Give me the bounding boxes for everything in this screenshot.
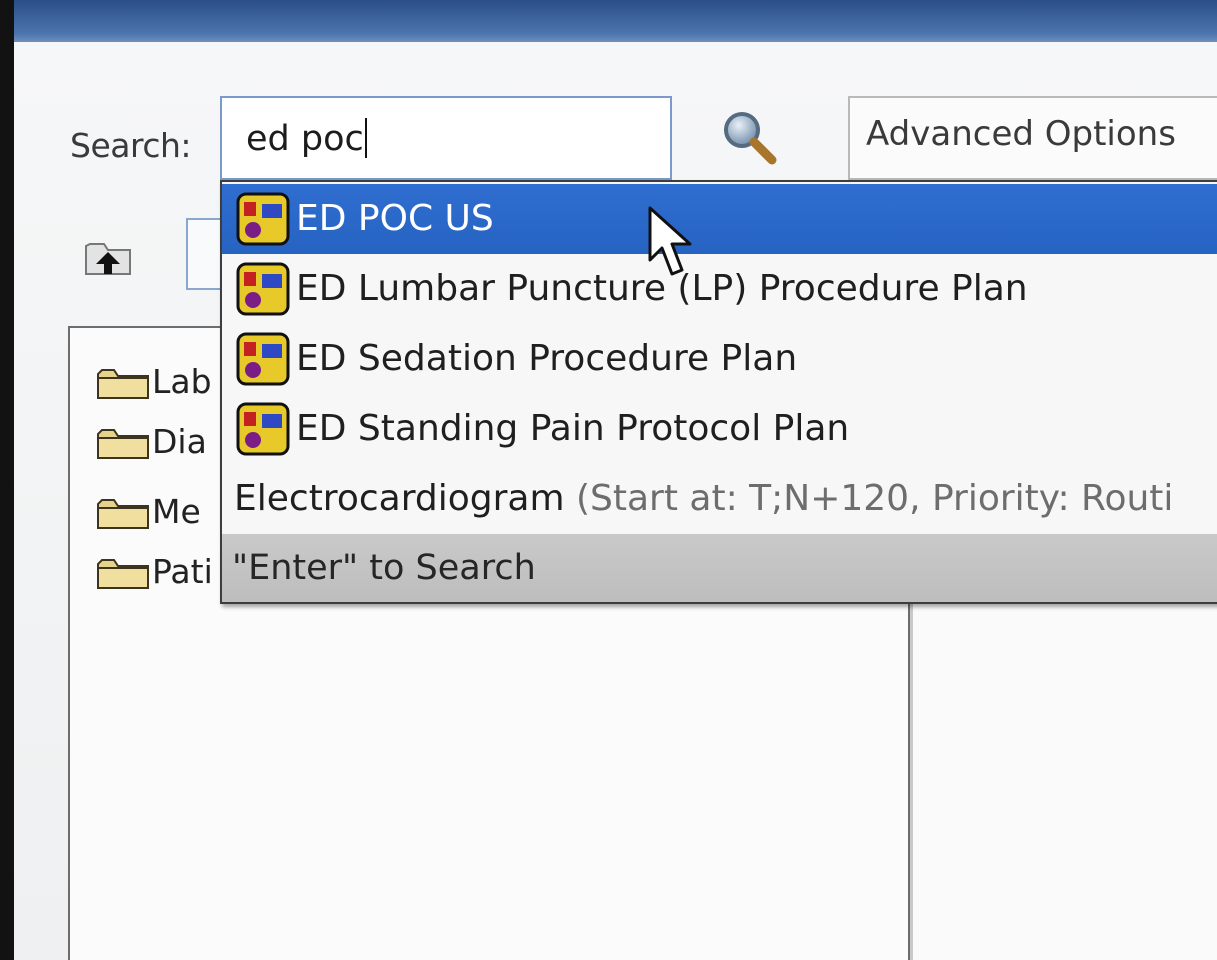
enter-to-search-hint[interactable]: "Enter" to Search (222, 534, 1217, 602)
search-suggestions-dropdown: ED POC US ED Lumbar Puncture (LP) Proced… (220, 180, 1217, 604)
tree-item-label: Dia (152, 422, 207, 461)
enter-to-search-label: "Enter" to Search (232, 548, 536, 588)
up-arrow-icon[interactable] (82, 232, 134, 280)
search-input-text: ed poc (246, 118, 367, 159)
advanced-options-label: Advanced Options (866, 114, 1176, 154)
tree-item-label: Lab (152, 362, 212, 401)
plan-icon (236, 332, 290, 386)
plan-icon (236, 402, 290, 456)
folder-icon (97, 429, 149, 459)
window-title-bar (0, 0, 1217, 42)
suggestion-electrocardiogram[interactable]: Electrocardiogram (Start at: T;N+120, Pr… (222, 464, 1217, 534)
suggestion-label: Electrocardiogram (Start at: T;N+120, Pr… (234, 478, 1173, 519)
plan-icon (236, 262, 290, 316)
suggestion-ed-lumbar-puncture[interactable]: ED Lumbar Puncture (LP) Procedure Plan (222, 254, 1217, 324)
folder-icon (97, 369, 149, 399)
tree-item-label: Pati (152, 552, 213, 591)
order-details: (Start at: T;N+120, Priority: Routi (575, 478, 1174, 519)
suggestion-label: ED Standing Pain Protocol Plan (296, 408, 850, 449)
text-caret (364, 118, 367, 158)
toolbar-button[interactable] (186, 218, 222, 290)
folder-icon (97, 559, 149, 589)
plan-icon (236, 192, 290, 246)
folder-icon (97, 499, 149, 529)
tree-item-label: Me (152, 492, 201, 531)
mouse-pointer-icon (648, 206, 692, 276)
suggestion-label: ED Sedation Procedure Plan (296, 338, 798, 379)
suggestion-ed-sedation[interactable]: ED Sedation Procedure Plan (222, 324, 1217, 394)
suggestion-ed-poc-us[interactable]: ED POC US (222, 184, 1217, 254)
magnifier-icon[interactable] (718, 108, 778, 168)
advanced-options-button[interactable]: Advanced Options (848, 96, 1217, 180)
search-input[interactable]: ed poc (220, 96, 672, 180)
screen: Search: ed poc Advanced Options Lab Dia … (0, 0, 1217, 960)
search-label: Search: (70, 126, 192, 165)
suggestion-label: ED POC US (296, 198, 494, 239)
search-input-value: ed poc (246, 119, 364, 159)
screen-bezel (0, 0, 14, 960)
suggestion-ed-standing-pain[interactable]: ED Standing Pain Protocol Plan (222, 394, 1217, 464)
order-name: Electrocardiogram (234, 478, 565, 519)
